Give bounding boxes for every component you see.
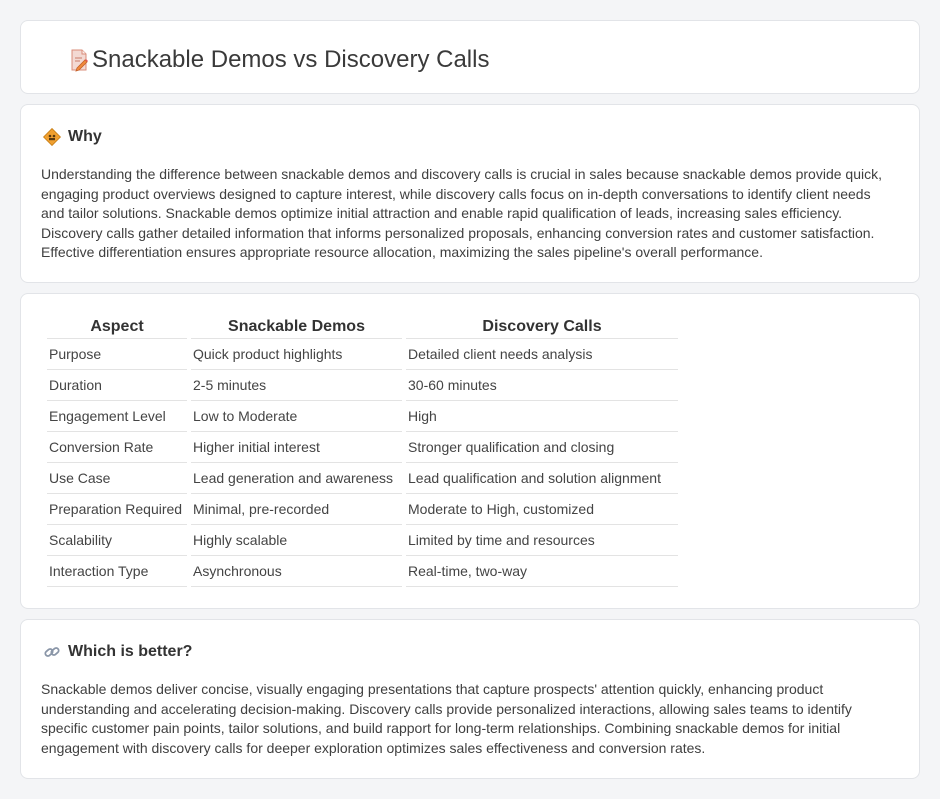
which-is-better-section: Which is better? Snackable demos deliver… xyxy=(20,619,920,779)
table-row: Interaction Type Asynchronous Real-time,… xyxy=(47,556,678,587)
header-aspect: Aspect xyxy=(47,316,187,339)
cell-aspect: Scalability xyxy=(47,525,187,556)
cell-snackable: Higher initial interest xyxy=(191,432,402,463)
table-row: Purpose Quick product highlights Detaile… xyxy=(47,339,678,370)
header-snackable-demos: Snackable Demos xyxy=(191,316,402,339)
header-discovery-calls: Discovery Calls xyxy=(406,316,678,339)
why-section: Why Understanding the difference between… xyxy=(20,104,920,283)
cell-aspect: Conversion Rate xyxy=(47,432,187,463)
cell-snackable: Low to Moderate xyxy=(191,401,402,432)
cell-aspect: Preparation Required xyxy=(47,494,187,525)
cell-discovery: Limited by time and resources xyxy=(406,525,678,556)
road-sign-icon xyxy=(43,128,61,146)
cell-snackable: Asynchronous xyxy=(191,556,402,587)
why-heading-text: Why xyxy=(68,128,102,145)
cell-snackable: Minimal, pre-recorded xyxy=(191,494,402,525)
better-heading-text: Which is better? xyxy=(68,643,193,660)
table-row: Preparation Required Minimal, pre-record… xyxy=(47,494,678,525)
cell-snackable: Lead generation and awareness xyxy=(191,463,402,494)
cell-aspect: Engagement Level xyxy=(47,401,187,432)
cell-snackable: Highly scalable xyxy=(191,525,402,556)
cell-aspect: Interaction Type xyxy=(47,556,187,587)
why-text: Understanding the difference between sna… xyxy=(41,166,882,261)
page-title: Snackable Demos vs Discovery Calls xyxy=(92,46,490,73)
better-heading: Which is better? xyxy=(43,643,192,661)
link-icon xyxy=(44,647,60,657)
better-text: Snackable demos deliver concise, visuall… xyxy=(41,681,852,756)
table-row: Duration 2-5 minutes 30-60 minutes xyxy=(47,370,678,401)
table-header-row: Aspect Snackable Demos Discovery Calls xyxy=(47,316,678,339)
cell-discovery: Detailed client needs analysis xyxy=(406,339,678,370)
cell-discovery: Stronger qualification and closing xyxy=(406,432,678,463)
cell-discovery: 30-60 minutes xyxy=(406,370,678,401)
table-row: Engagement Level Low to Moderate High xyxy=(47,401,678,432)
cell-aspect: Purpose xyxy=(47,339,187,370)
comparison-table: Aspect Snackable Demos Discovery Calls P… xyxy=(43,316,682,587)
cell-snackable: Quick product highlights xyxy=(191,339,402,370)
table-row: Conversion Rate Higher initial interest … xyxy=(47,432,678,463)
cell-aspect: Duration xyxy=(47,370,187,401)
cell-snackable: 2-5 minutes xyxy=(191,370,402,401)
cell-discovery: Moderate to High, customized xyxy=(406,494,678,525)
title-card: Snackable Demos vs Discovery Calls xyxy=(20,20,920,94)
document-pencil-icon xyxy=(71,49,88,72)
cell-discovery: Lead qualification and solution alignmen… xyxy=(406,463,678,494)
why-heading: Why xyxy=(43,128,102,146)
table-row: Scalability Highly scalable Limited by t… xyxy=(47,525,678,556)
comparison-section: Aspect Snackable Demos Discovery Calls P… xyxy=(20,293,920,609)
cell-discovery: High xyxy=(406,401,678,432)
cell-aspect: Use Case xyxy=(47,463,187,494)
cell-discovery: Real-time, two-way xyxy=(406,556,678,587)
table-row: Use Case Lead generation and awareness L… xyxy=(47,463,678,494)
